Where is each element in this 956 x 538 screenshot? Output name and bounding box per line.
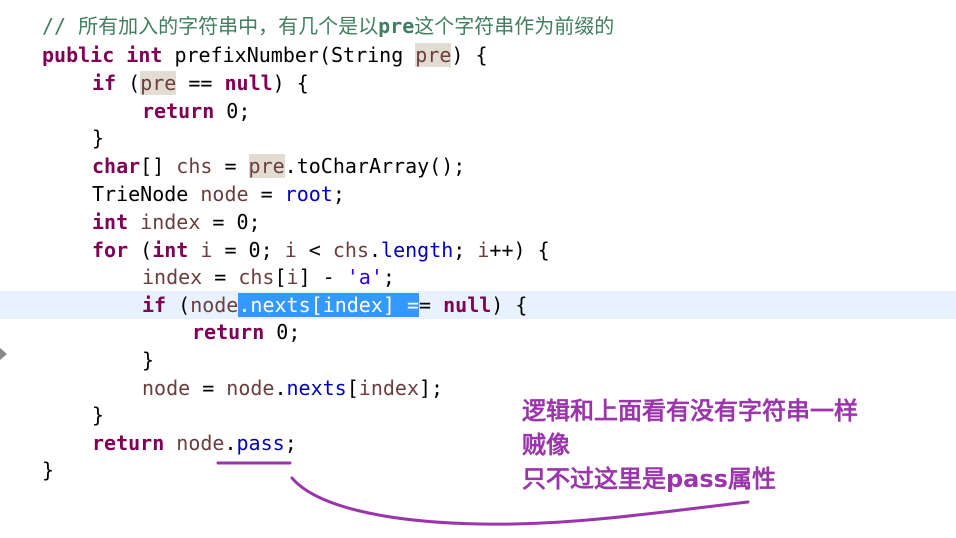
param-pre: pre: [415, 43, 452, 67]
keyword: char: [92, 154, 141, 178]
code-line[interactable]: index = chs[i] - 'a';: [0, 263, 956, 291]
note-line-3: 只不过这里是pass属性: [522, 465, 776, 493]
text-selection[interactable]: .nexts[index] =: [238, 293, 420, 317]
comment-text: // 所有加入的字符串中，有几个是以pre这个字符串作为前缀的: [42, 14, 615, 38]
keyword: null: [443, 293, 492, 317]
handwritten-note: 逻辑和上面看有没有字符串一样 贼像 只不过这里是pass属性: [522, 394, 942, 496]
code-line[interactable]: TrieNode node = root;: [0, 180, 956, 208]
code-line[interactable]: int index = 0;: [0, 208, 956, 236]
keyword: int: [126, 43, 163, 67]
mouse-cursor-icon: [0, 348, 7, 360]
code-line[interactable]: }: [0, 124, 956, 152]
note-line-2: 贼像: [522, 431, 570, 459]
code-line[interactable]: for (int i = 0; i < chs.length; i++) {: [0, 236, 956, 264]
code-line[interactable]: return 0;: [0, 97, 956, 125]
field-pass: pass: [236, 431, 285, 455]
note-line-1: 逻辑和上面看有没有字符串一样: [522, 397, 858, 425]
keyword: int: [92, 210, 129, 234]
code-line-current[interactable]: if (node.nexts[index] == null) {: [0, 291, 956, 319]
code-line-comment[interactable]: // 所有加入的字符串中，有几个是以pre这个字符串作为前缀的: [0, 12, 956, 40]
code-line[interactable]: char[] chs = pre.toCharArray();: [0, 152, 956, 180]
code-line[interactable]: }: [0, 346, 956, 374]
var-pre: pre: [140, 71, 177, 95]
keyword: return: [192, 320, 265, 344]
code-line-signature[interactable]: public int prefixNumber(String pre) {: [0, 41, 956, 69]
keyword: return: [142, 99, 215, 123]
code-line[interactable]: return 0;: [0, 318, 956, 346]
keyword: return: [92, 431, 165, 455]
keyword: int: [152, 238, 189, 262]
var-pre: pre: [248, 154, 285, 178]
keyword: if: [92, 71, 117, 95]
code-line[interactable]: if (pre == null) {: [0, 69, 956, 97]
keyword: null: [224, 71, 273, 95]
keyword: for: [92, 238, 129, 262]
keyword: public: [42, 43, 115, 67]
keyword: if: [142, 293, 167, 317]
